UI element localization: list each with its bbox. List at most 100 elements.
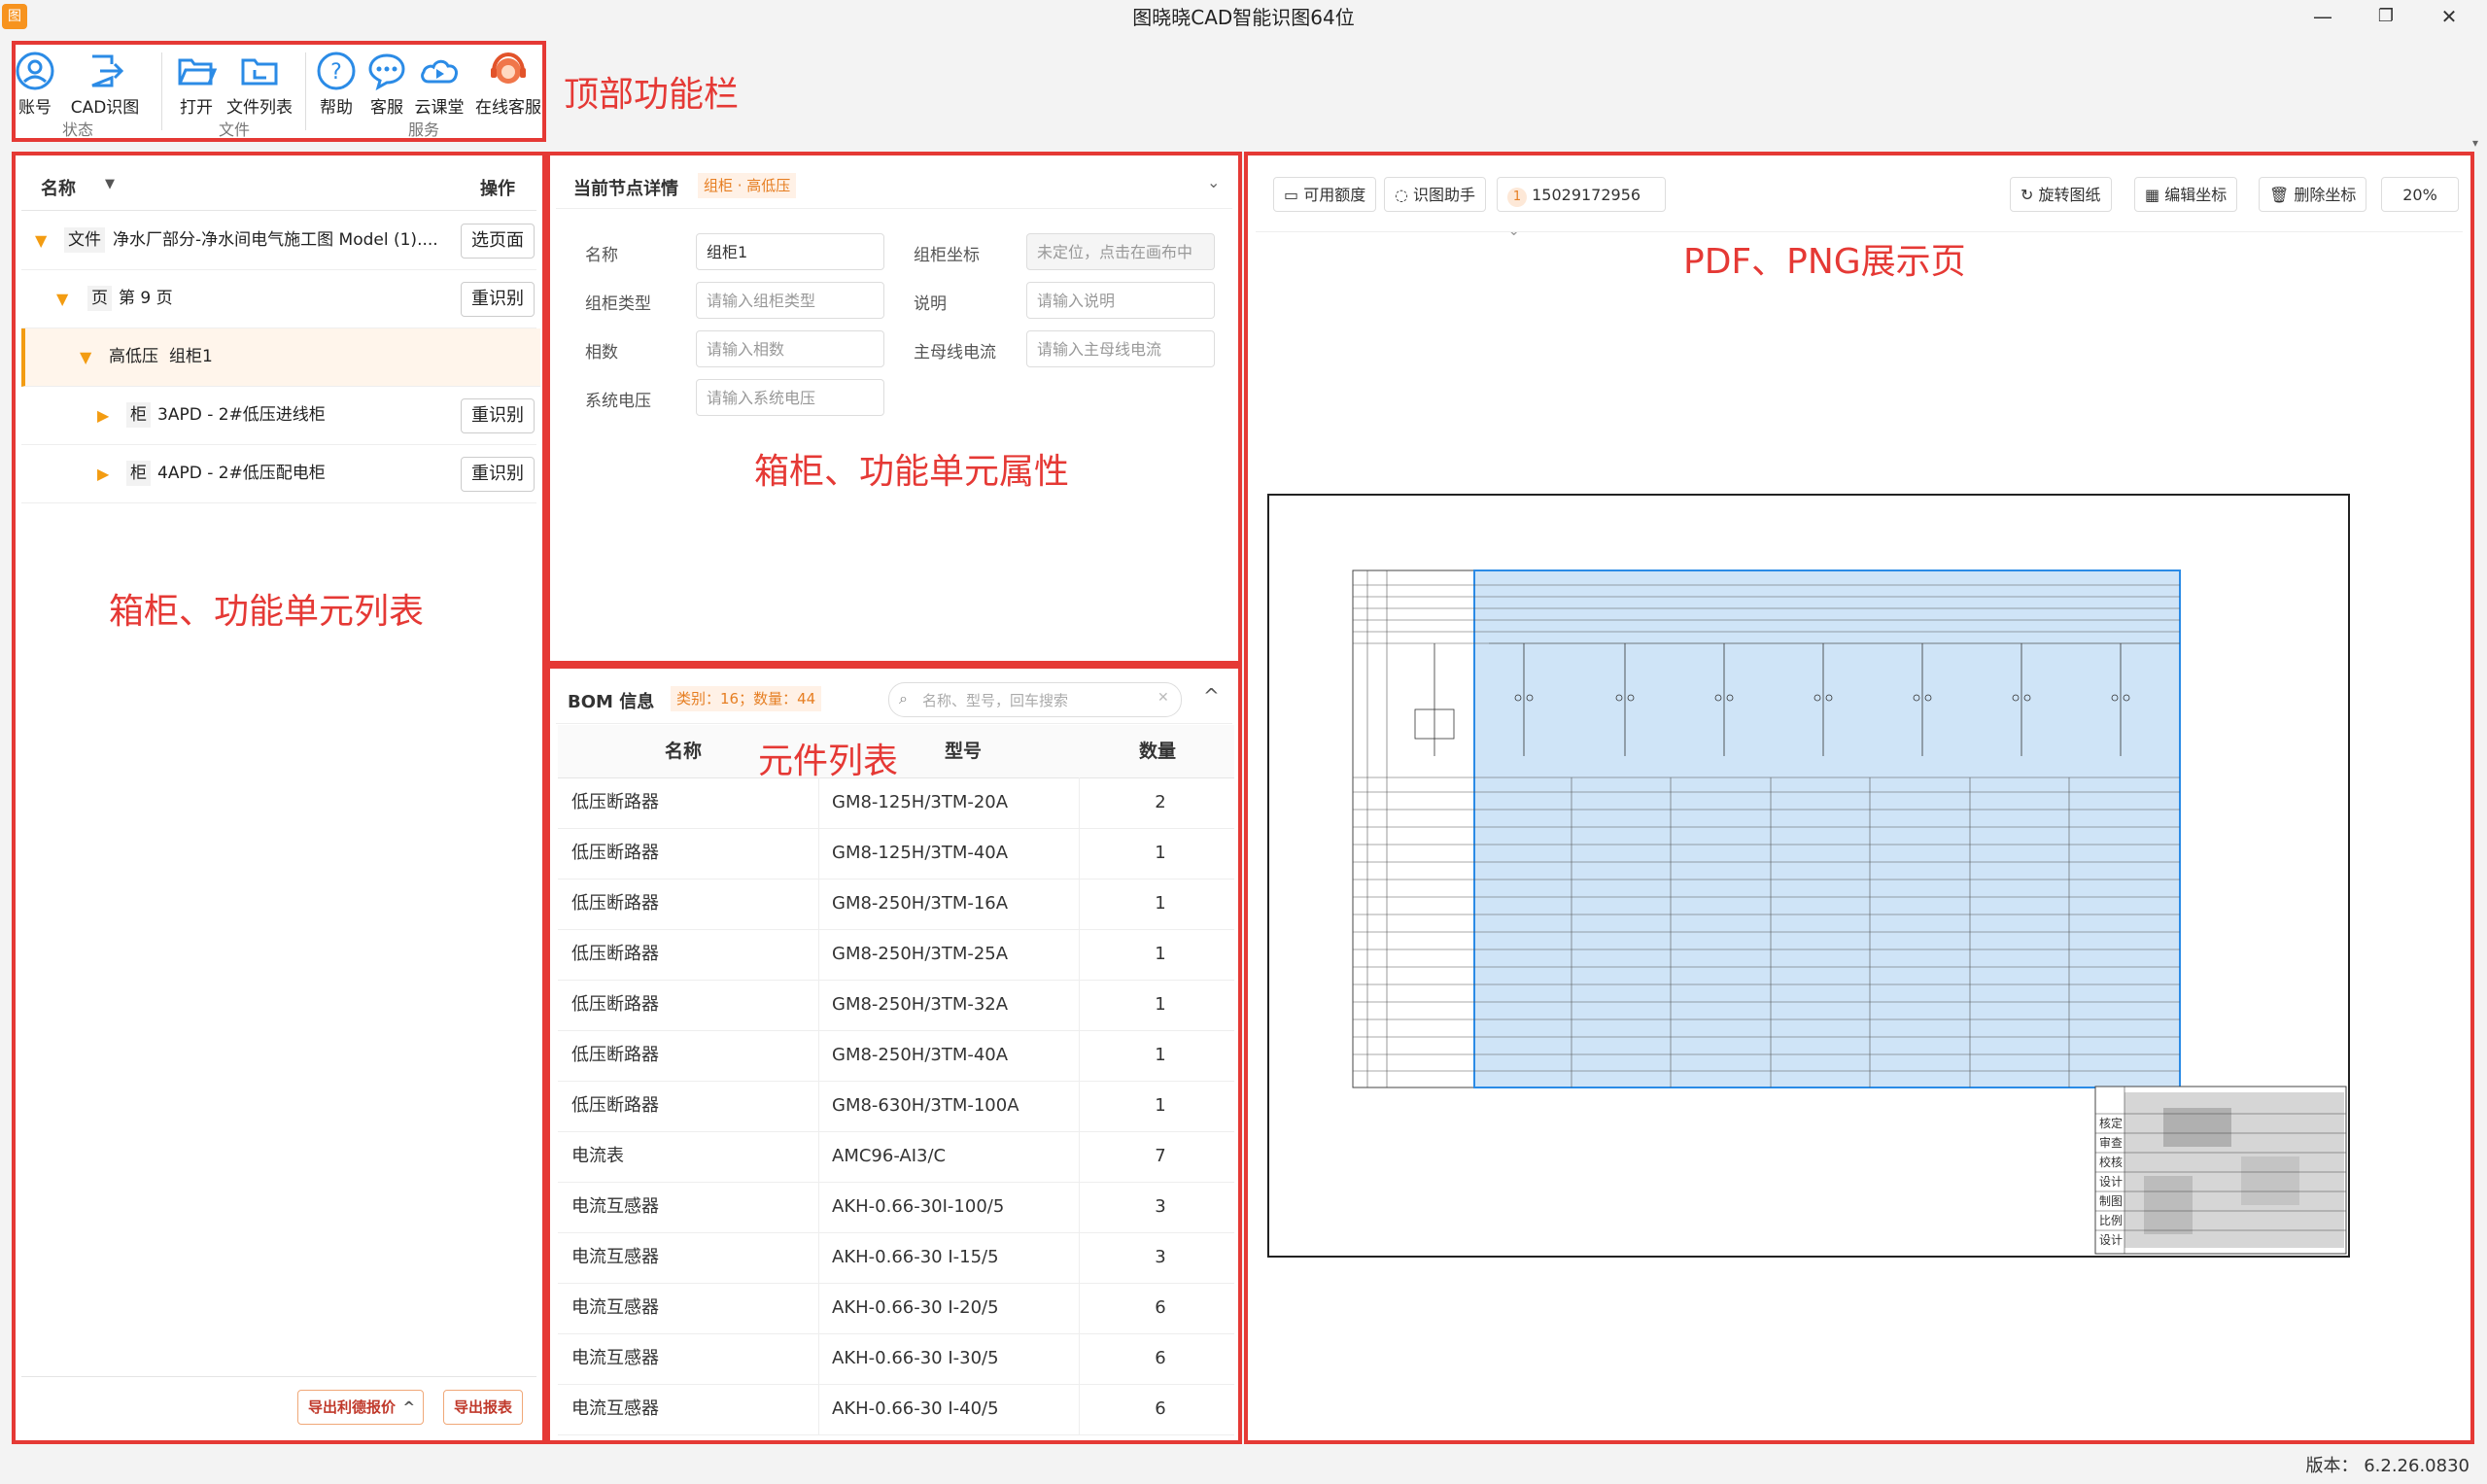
- bom-row[interactable]: 低压断路器 GM8-630H/3TM-100A 1: [558, 1081, 1234, 1132]
- type-input[interactable]: 请输入组柜类型: [696, 282, 884, 319]
- toolbar-online-service-button[interactable]: 在线客服: [468, 51, 548, 118]
- expand-caret-icon[interactable]: ▼: [35, 212, 47, 269]
- busbar-current-input[interactable]: 请输入主母线电流: [1026, 330, 1215, 367]
- footer-divider: [21, 1376, 536, 1377]
- phase-input[interactable]: 请输入相数: [696, 330, 884, 367]
- collapse-caret-icon[interactable]: ▶: [97, 387, 109, 444]
- bom-cell-name: 低压断路器: [571, 893, 659, 914]
- desc-input[interactable]: 请输入说明: [1026, 282, 1215, 319]
- bom-row[interactable]: 低压断路器 GM8-250H/3TM-40A 1: [558, 1030, 1234, 1082]
- column-divider: [1079, 879, 1080, 929]
- viewer-annotation: PDF、PNG展示页: [1683, 242, 1966, 282]
- chevron-up-icon[interactable]: ^: [1203, 684, 1220, 707]
- clear-icon[interactable]: ✕: [1157, 690, 1169, 706]
- assistant-button[interactable]: ◌ 识图助手: [1384, 177, 1487, 212]
- toolbar-account-button[interactable]: 账号: [8, 51, 62, 118]
- select-page-button[interactable]: 选页面: [461, 224, 535, 259]
- bom-row[interactable]: 电流互感器 AKH-0.66-30 I-30/5 6: [558, 1333, 1234, 1385]
- coord-input[interactable]: 未定位，点击在画布中: [1026, 233, 1215, 270]
- toolbar-cad-recognize-button[interactable]: CAD识图: [66, 51, 144, 118]
- edit-coord-button[interactable]: ▦ 编辑坐标: [2134, 177, 2238, 212]
- column-divider: [1079, 828, 1080, 879]
- rotate-button[interactable]: ↻ 旋转图纸: [2010, 177, 2112, 212]
- minimize-button[interactable]: —: [2294, 0, 2352, 35]
- zoom-level[interactable]: 20%: [2381, 177, 2459, 212]
- toolbar-file-list-button[interactable]: 文件列表: [220, 51, 299, 118]
- bom-row[interactable]: 电流互感器 AKH-0.66-30 I-40/5 6: [558, 1384, 1234, 1435]
- delete-coord-button[interactable]: 🗑 删除坐标: [2259, 177, 2367, 212]
- column-divider: [818, 1182, 819, 1232]
- bom-row[interactable]: 低压断路器 GM8-250H/3TM-25A 1: [558, 929, 1234, 981]
- name-input[interactable]: 组柜1: [696, 233, 884, 270]
- chevron-up-icon: ^: [402, 1398, 416, 1416]
- drawing-page[interactable]: 核定 审查 校核 设计 制图 比例 设计: [1267, 494, 2350, 1258]
- collapse-caret-icon[interactable]: ▶: [97, 445, 109, 502]
- tree-row-cabinet[interactable]: ▶ 柜 3APD - 2#低压进线柜 重识别: [21, 387, 536, 445]
- column-divider: [818, 1131, 819, 1182]
- bom-cell-qty: 1: [1155, 994, 1166, 1015]
- electrical-schematic: 核定 审查 校核 设计 制图 比例 设计: [1352, 569, 2347, 1255]
- account-phone: 15029172956: [1532, 186, 1641, 204]
- toolbar-open-button[interactable]: 打开: [169, 51, 224, 118]
- export-quote-button[interactable]: 导出利德报价 ^: [297, 1390, 425, 1425]
- tree-label: 净水厂部分-净水间电气施工图 Model (1)....: [113, 230, 438, 250]
- tree-row-group-selected[interactable]: ▼ 高低压 组柜1: [21, 328, 540, 387]
- rerecognize-button[interactable]: 重识别: [461, 398, 535, 433]
- expand-caret-icon[interactable]: ▼: [56, 270, 68, 328]
- toolbar-divider: [305, 52, 306, 130]
- card-icon: ▭: [1284, 186, 1304, 204]
- maximize-button[interactable]: ❐: [2357, 0, 2415, 35]
- tree-col-name: 名称: [41, 179, 76, 199]
- account-select[interactable]: 1 15029172956 ⌄: [1497, 177, 1666, 239]
- column-divider: [818, 1081, 819, 1131]
- node-detail-title: 当前节点详情: [573, 179, 678, 199]
- bom-row[interactable]: 低压断路器 GM8-250H/3TM-32A 1: [558, 980, 1234, 1031]
- scroll-down-icon[interactable]: ▾: [2472, 136, 2478, 150]
- column-divider: [818, 929, 819, 980]
- bom-annotation: 元件列表: [758, 742, 899, 781]
- toolbar-cloud-class-button[interactable]: 云课堂: [408, 51, 470, 118]
- voltage-input[interactable]: 请输入系统电压: [696, 379, 884, 416]
- bom-row[interactable]: 低压断路器 GM8-125H/3TM-40A 1: [558, 828, 1234, 880]
- bom-cell-qty: 6: [1155, 1348, 1166, 1368]
- tree-row-cabinet[interactable]: ▶ 柜 4APD - 2#低压配电柜 重识别: [21, 445, 536, 503]
- sort-caret-icon[interactable]: ▼: [105, 177, 115, 191]
- search-icon: ⌕: [899, 689, 908, 707]
- status-bar: [0, 1448, 2487, 1484]
- bom-cell-name: 电流表: [571, 1146, 624, 1166]
- tree-tag: 柜: [126, 402, 151, 428]
- tree-row-page[interactable]: ▼ 页 第 9 页 重识别: [21, 270, 536, 328]
- toolbar-help-button[interactable]: ? 帮助: [309, 51, 363, 118]
- bom-row[interactable]: 低压断路器 GM8-125H/3TM-20A 2: [558, 777, 1234, 829]
- bom-row[interactable]: 电流互感器 AKH-0.66-30I-100/5 3: [558, 1182, 1234, 1233]
- bom-search-box[interactable]: ⌕ 名称、型号，回车搜索 ✕: [888, 682, 1182, 717]
- bom-cell-model: AKH-0.66-30I-100/5: [832, 1196, 1005, 1217]
- rerecognize-button[interactable]: 重识别: [461, 457, 535, 492]
- tree-row-file[interactable]: ▼ 文件 净水厂部分-净水间电气施工图 Model (1).... 选页面: [21, 212, 536, 270]
- bom-row[interactable]: 电流表 AMC96-AI3/C 7: [558, 1131, 1234, 1183]
- bom-header: BOM 信息 类别：16；数量：44 ⌕ 名称、型号，回车搜索 ✕ ^: [556, 674, 1232, 724]
- toolbar-service-button[interactable]: 客服: [360, 51, 414, 118]
- tree-tag: 页: [87, 286, 112, 311]
- document-viewer-panel: ▭ 可用额度 ◌ 识图助手 1 15029172956 ⌄ ↻ 旋转图纸 ▦ 编…: [1244, 152, 2474, 1444]
- rerecognize-button[interactable]: 重识别: [461, 282, 535, 317]
- quota-button[interactable]: ▭ 可用额度: [1273, 177, 1377, 212]
- close-button[interactable]: ✕: [2420, 0, 2478, 35]
- bom-row[interactable]: 电流互感器 AKH-0.66-30 I-20/5 6: [558, 1283, 1234, 1334]
- bom-cell-qty: 6: [1155, 1398, 1166, 1419]
- export-report-button[interactable]: 导出报表: [443, 1390, 524, 1425]
- field-label-voltage: 系统电压: [585, 392, 651, 411]
- folder-list-icon: [241, 58, 278, 86]
- rotate-label: 旋转图纸: [2038, 186, 2101, 204]
- expand-caret-icon[interactable]: ▼: [80, 328, 91, 386]
- bom-cell-name: 电流互感器: [571, 1247, 659, 1267]
- tree-panel: 名称 ▼ 操作 ▼ 文件 净水厂部分-净水间电气施工图 Model (1)...…: [12, 152, 546, 1444]
- bom-search-input[interactable]: 名称、型号，回车搜索: [922, 690, 1068, 710]
- bom-row[interactable]: 电流互感器 AKH-0.66-30 I-15/5 3: [558, 1232, 1234, 1284]
- field-label-busbar: 主母线电流: [914, 343, 996, 362]
- title-block-label: 设计: [2099, 1175, 2123, 1189]
- bom-cell-model: GM8-250H/3TM-16A: [832, 893, 1009, 914]
- bom-row[interactable]: 低压断路器 GM8-250H/3TM-16A 1: [558, 879, 1234, 930]
- node-detail-panel: 当前节点详情 组柜 · 高低压 ⌄ 名称 组柜1 组柜坐标 未定位，点击在画布中…: [546, 152, 1242, 665]
- chevron-down-icon[interactable]: ⌄: [1207, 173, 1220, 191]
